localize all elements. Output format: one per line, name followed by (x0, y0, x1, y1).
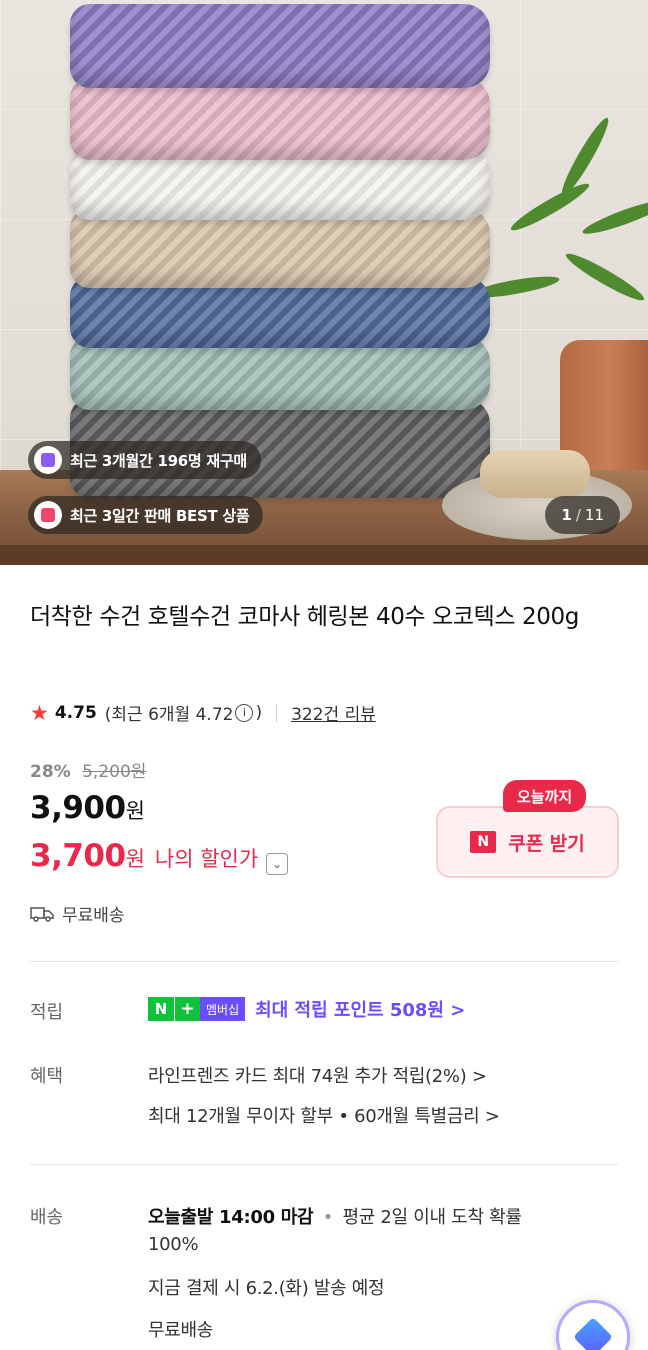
divider-bar (276, 703, 278, 722)
recent-rating: (최근 6개월 4.72 (104, 705, 234, 725)
current-price: 3,900원 (30, 790, 145, 826)
sale-price-unit: 원 (125, 847, 145, 871)
product-title: 더착한 수건 호텔수건 코마사 헤링본 40수 오코텍스 200g (30, 604, 579, 630)
section-divider (30, 1164, 618, 1165)
sale-price-value: 3,700 (30, 838, 126, 874)
dispatch-info: 오늘출발 14:00 마감 • 평균 2일 이내 도착 확률 (148, 1203, 522, 1229)
current-price-unit: 원 (125, 799, 145, 823)
dispatch-deadline: 오늘출발 14:00 마감 (148, 1207, 314, 1228)
repurchase-badge-text: 최근 3개월간 196명 재구매 (70, 451, 247, 470)
image-counter-current: 1 (561, 506, 572, 524)
dispatch-schedule: 지금 결제 시 6.2.(화) 발송 예정 (148, 1278, 385, 1299)
benefits-label: 혜택 (30, 1066, 64, 1087)
original-price: 5,200원 (82, 762, 147, 782)
best-seller-badge: 최근 3일간 판매 BEST 상품 (28, 496, 264, 534)
shelf-edge (0, 545, 648, 565)
card-benefit-link[interactable]: 라인프렌즈 카드 최대 74원 추가 적립(2%) > (148, 1062, 487, 1088)
npay-plus-icon: + (174, 997, 200, 1021)
towel-pink (70, 78, 490, 160)
naver-n-icon: N (470, 831, 497, 853)
info-icon[interactable]: i (235, 703, 254, 722)
original-price-row: 28% 5,200원 (30, 757, 146, 782)
image-counter: 1 / 11 (545, 496, 620, 534)
review-count-link[interactable]: 322건 리뷰 (291, 700, 376, 725)
installment-benefit-link[interactable]: 최대 12개월 무이자 할부 • 60개월 특별금리 > (148, 1102, 500, 1128)
rating-row: ★ 4.75 (최근 6개월 4.72 i ) 322건 리뷰 (30, 700, 376, 726)
floating-action-button[interactable] (556, 1300, 630, 1350)
chevron-down-icon[interactable]: ⌄ (266, 853, 289, 875)
gift-icon (34, 501, 62, 529)
points-label: 적립 (30, 1002, 64, 1023)
towel-beige (70, 208, 490, 288)
soap-bar (480, 450, 590, 498)
max-points-text: 최대 적립 포인트 508원 > (255, 1000, 466, 1021)
membership-tag: 멤버십 (200, 997, 246, 1021)
dot-separator: • (322, 1207, 334, 1228)
delivery-label: 배송 (30, 1207, 64, 1228)
truck-icon (30, 906, 54, 922)
arrival-probability-percent: 100% (148, 1234, 199, 1255)
npay-n-icon: N (148, 997, 174, 1021)
rating-value: 4.75 (54, 702, 97, 723)
today-only-tag: 오늘까지 (503, 780, 587, 812)
star-icon: ★ (30, 700, 49, 725)
image-counter-separator: / (575, 506, 581, 524)
product-image[interactable]: 최근 3개월간 196명 재구매 최근 3일간 판매 BEST 상품 1 / 1… (0, 0, 648, 565)
image-counter-total: 11 (584, 506, 604, 524)
arrival-probability: 평균 2일 이내 도착 확률 (342, 1207, 522, 1228)
coupon-button[interactable]: N 쿠폰 받기 (436, 806, 619, 878)
best-seller-badge-text: 최근 3일간 판매 BEST 상품 (70, 506, 250, 525)
ai-assistant-icon (573, 1317, 613, 1350)
my-sale-price-row[interactable]: 3,700 원 나의 할인가 ⌄ (30, 838, 289, 875)
section-divider (30, 961, 618, 962)
shipping-summary-text: 무료배송 (62, 906, 125, 926)
recent-rating-close: ) (255, 702, 263, 723)
sale-price-label: 나의 할인가 (154, 847, 259, 871)
coupon-button-label: 쿠폰 받기 (508, 832, 585, 855)
repurchase-badge: 최근 3개월간 196명 재구매 (28, 441, 261, 479)
bag-icon (34, 446, 62, 474)
delivery-fee: 무료배송 (148, 1320, 214, 1341)
current-price-value: 3,900 (30, 790, 126, 826)
towel-purple (70, 4, 490, 88)
discount-rate: 28% (30, 762, 71, 782)
npay-membership-points[interactable]: N + 멤버십 최대 적립 포인트 508원 > (148, 996, 465, 1022)
shipping-summary: 무료배송 (30, 901, 125, 926)
